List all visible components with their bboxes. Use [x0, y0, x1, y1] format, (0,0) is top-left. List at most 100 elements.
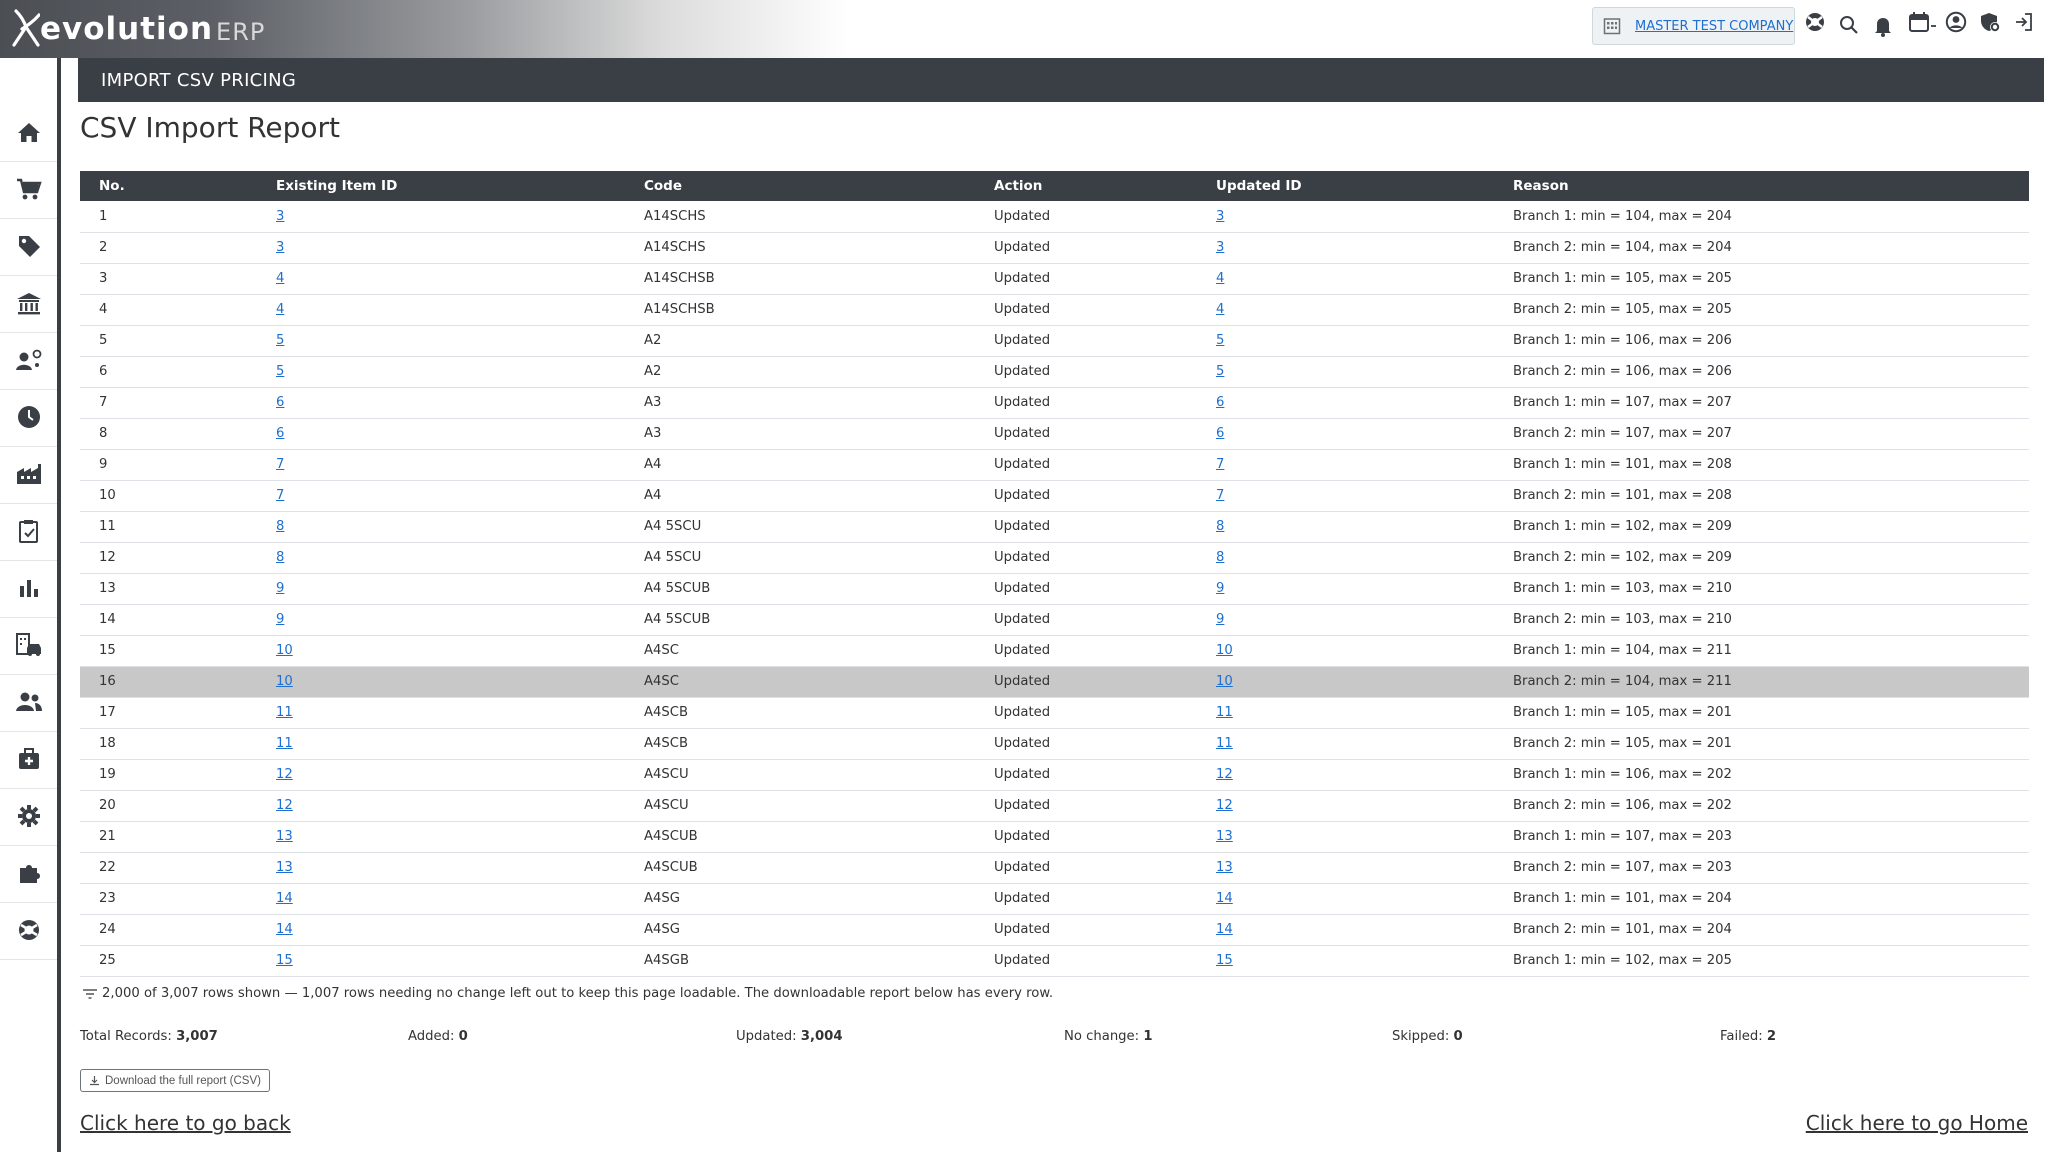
updated-id-link[interactable]: 15	[1216, 953, 1233, 968]
column-header-reason[interactable]: Reason	[1494, 171, 2029, 201]
updated-id-link[interactable]: 13	[1216, 829, 1233, 844]
updated-id-link[interactable]: 7	[1216, 457, 1224, 472]
existing-item-id-link[interactable]: 8	[276, 519, 284, 534]
existing-item-id-link[interactable]: 11	[276, 736, 293, 751]
cell-no: 3	[80, 263, 257, 295]
go-back-link[interactable]: Click here to go back	[80, 1111, 291, 1135]
cell-action: Updated	[975, 759, 1197, 791]
existing-item-id-link[interactable]: 10	[276, 674, 293, 689]
summary-added: Added: 0	[408, 1029, 468, 1044]
column-header-action[interactable]: Action	[975, 171, 1197, 201]
shield-gear-icon[interactable]	[1977, 8, 2003, 36]
updated-id-link[interactable]: 10	[1216, 674, 1233, 689]
existing-item-id-link[interactable]: 5	[276, 364, 284, 379]
updated-id-link[interactable]: 9	[1216, 581, 1224, 596]
updated-id-link[interactable]: 3	[1216, 240, 1224, 255]
cell-reason: Branch 1: min = 101, max = 204	[1494, 883, 2029, 915]
updated-id-link[interactable]: 4	[1216, 271, 1224, 286]
existing-item-id-link[interactable]: 14	[276, 922, 293, 937]
sidebar-item-home[interactable]	[0, 106, 57, 162]
existing-item-id-link[interactable]: 4	[276, 302, 284, 317]
updated-id-link[interactable]: 5	[1216, 364, 1224, 379]
sidebar-item-settings[interactable]	[0, 790, 57, 846]
updated-id-link[interactable]: 7	[1216, 488, 1224, 503]
cell-existing-item-id: 12	[257, 759, 625, 791]
column-header-updated-id[interactable]: Updated ID	[1197, 171, 1494, 201]
sidebar-item-help[interactable]	[0, 904, 57, 960]
app-logo[interactable]: evolution ERP	[12, 6, 265, 52]
search-icon[interactable]	[1836, 11, 1862, 39]
existing-item-id-link[interactable]: 3	[276, 240, 284, 255]
sidebar-item-user-admin[interactable]	[0, 334, 57, 390]
updated-id-link[interactable]: 11	[1216, 705, 1233, 720]
cell-reason: Branch 1: min = 105, max = 201	[1494, 697, 2029, 729]
cell-reason: Branch 2: min = 106, max = 206	[1494, 356, 2029, 388]
updated-id-link[interactable]: 5	[1216, 333, 1224, 348]
calendar-icon[interactable]	[1906, 8, 1940, 36]
user-icon[interactable]	[1943, 8, 1969, 36]
sidebar-item-pricing[interactable]	[0, 220, 57, 276]
updated-id-link[interactable]: 4	[1216, 302, 1224, 317]
existing-item-id-link[interactable]: 5	[276, 333, 284, 348]
bell-icon[interactable]	[1870, 12, 1896, 40]
updated-id-link[interactable]: 10	[1216, 643, 1233, 658]
existing-item-id-link[interactable]: 15	[276, 953, 293, 968]
sidebar-item-timesheets[interactable]	[0, 391, 57, 447]
cell-action: Updated	[975, 294, 1197, 326]
existing-item-id-link[interactable]: 6	[276, 395, 284, 410]
existing-item-id-link[interactable]: 7	[276, 488, 284, 503]
updated-id-link[interactable]: 13	[1216, 860, 1233, 875]
existing-item-id-link[interactable]: 4	[276, 271, 284, 286]
updated-id-link[interactable]: 12	[1216, 767, 1233, 782]
updated-id-link[interactable]: 12	[1216, 798, 1233, 813]
updated-id-link[interactable]: 14	[1216, 922, 1233, 937]
existing-item-id-link[interactable]: 7	[276, 457, 284, 472]
existing-item-id-link[interactable]: 6	[276, 426, 284, 441]
go-home-link[interactable]: Click here to go Home	[1806, 1111, 2028, 1135]
column-header-code[interactable]: Code	[625, 171, 975, 201]
existing-item-id-link[interactable]: 3	[276, 209, 284, 224]
existing-item-id-link[interactable]: 14	[276, 891, 293, 906]
existing-item-id-link[interactable]: 13	[276, 860, 293, 875]
existing-item-id-link[interactable]: 8	[276, 550, 284, 565]
updated-id-link[interactable]: 8	[1216, 550, 1224, 565]
cell-reason: Branch 2: min = 103, max = 210	[1494, 604, 2029, 636]
sidebar-item-manufacturing[interactable]	[0, 448, 57, 504]
updated-id-link[interactable]: 6	[1216, 426, 1224, 441]
cell-action: Updated	[975, 914, 1197, 946]
updated-id-link[interactable]: 9	[1216, 612, 1224, 627]
updated-id-link[interactable]: 11	[1216, 736, 1233, 751]
existing-item-id-link[interactable]: 9	[276, 581, 284, 596]
updated-id-link[interactable]: 6	[1216, 395, 1224, 410]
cell-no: 24	[80, 914, 257, 946]
company-selector[interactable]: MASTER TEST COMPANY	[1592, 7, 1795, 45]
sidebar-item-sales[interactable]	[0, 163, 57, 219]
updated-id-link[interactable]: 14	[1216, 891, 1233, 906]
cell-reason: Branch 1: min = 103, max = 210	[1494, 573, 2029, 605]
help-icon[interactable]	[1802, 8, 1828, 36]
cell-no: 21	[80, 821, 257, 853]
sidebar-item-fleet[interactable]	[0, 619, 57, 675]
sidebar-item-contacts[interactable]	[0, 676, 57, 732]
sidebar-item-banking[interactable]	[0, 277, 57, 333]
company-name-link[interactable]: MASTER TEST COMPANY	[1635, 19, 1793, 34]
updated-id-link[interactable]: 3	[1216, 209, 1224, 224]
existing-item-id-link[interactable]: 12	[276, 767, 293, 782]
column-header-existing-item-id[interactable]: Existing Item ID	[257, 171, 625, 201]
existing-item-id-link[interactable]: 9	[276, 612, 284, 627]
sidebar-item-hr[interactable]	[0, 733, 57, 789]
updated-id-link[interactable]: 8	[1216, 519, 1224, 534]
existing-item-id-link[interactable]: 10	[276, 643, 293, 658]
table-row: 25 15 A4SGB Updated 15 Branch 1: min = 102, m…	[80, 945, 2029, 977]
existing-item-id-link[interactable]: 11	[276, 705, 293, 720]
cell-code: A3	[625, 418, 975, 450]
existing-item-id-link[interactable]: 12	[276, 798, 293, 813]
sidebar-item-reports[interactable]	[0, 562, 57, 618]
download-report-button[interactable]: Download the full report (CSV)	[80, 1069, 270, 1092]
existing-item-id-link[interactable]: 13	[276, 829, 293, 844]
cell-no: 16	[80, 666, 257, 698]
logout-icon[interactable]	[2011, 8, 2037, 36]
sidebar-item-tasks[interactable]	[0, 505, 57, 561]
sidebar-item-plugins[interactable]	[0, 847, 57, 903]
column-header-no[interactable]: No.	[80, 171, 257, 201]
